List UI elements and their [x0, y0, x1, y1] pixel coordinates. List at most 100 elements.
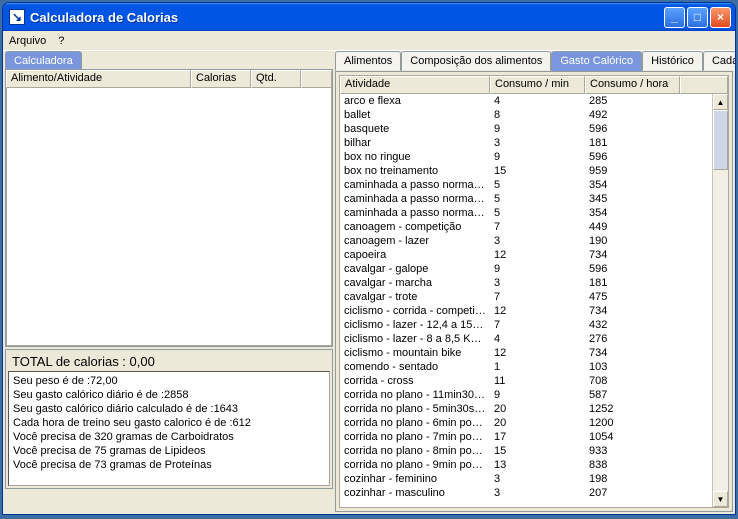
col-atividade[interactable]: Atividade [340, 76, 490, 94]
cell-consumo-hora: 734 [585, 248, 680, 262]
cell-consumo-hora: 181 [585, 276, 680, 290]
cell-consumo-min: 5 [490, 192, 585, 206]
col-consumo-hora[interactable]: Consumo / hora [585, 76, 680, 94]
cell-consumo-min: 8 [490, 108, 585, 122]
info-line: Seu peso é de :72,00 [13, 374, 325, 388]
cell-consumo-min: 1 [490, 360, 585, 374]
table-row[interactable]: ciclismo - mountain bike12734 [340, 346, 712, 360]
col-pad [680, 76, 728, 94]
info-line: Seu gasto calórico diário calculado é de… [13, 402, 325, 416]
col-qtd[interactable]: Qtd. [251, 70, 301, 88]
cell-consumo-min: 3 [490, 486, 585, 500]
cell-consumo-min: 9 [490, 150, 585, 164]
scroll-track[interactable] [713, 110, 728, 491]
table-row[interactable]: box no treinamento15959 [340, 164, 712, 178]
cell-atividade: canoagem - lazer [340, 234, 490, 248]
minimize-button[interactable]: _ [664, 7, 685, 28]
cell-consumo-hora: 1252 [585, 402, 680, 416]
cell-atividade: cozinhar - feminino [340, 472, 490, 486]
table-row[interactable]: comendo - sentado1103 [340, 360, 712, 374]
table-row[interactable]: cavalgar - galope9596 [340, 262, 712, 276]
cell-consumo-min: 7 [490, 220, 585, 234]
table-row[interactable]: canoagem - lazer3190 [340, 234, 712, 248]
maximize-button[interactable]: □ [687, 7, 708, 28]
scroll-down-button[interactable]: ▼ [713, 491, 728, 507]
col-alimento[interactable]: Alimento/Atividade [6, 70, 191, 88]
col-calorias[interactable]: Calorias [191, 70, 251, 88]
table-row[interactable]: corrida no plano - 11min30s ...9587 [340, 388, 712, 402]
cell-atividade: caminhada a passo normal (... [340, 192, 490, 206]
cell-consumo-min: 9 [490, 388, 585, 402]
info-box[interactable]: Seu peso é de :72,00 Seu gasto calórico … [8, 371, 330, 486]
col-consumo-min[interactable]: Consumo / min [490, 76, 585, 94]
tab-alimentos[interactable]: Alimentos [335, 51, 401, 71]
tab-composi-o-dos-alimentos[interactable]: Composição dos alimentos [401, 51, 551, 71]
table-row[interactable]: cozinhar - masculino3207 [340, 486, 712, 500]
app-icon: ↘ [9, 9, 25, 25]
total-label: TOTAL de calorias : 0,00 [8, 352, 330, 371]
activity-rows[interactable]: arco e flexa4285ballet8492basquete9596bi… [340, 94, 712, 507]
table-row[interactable]: arco e flexa4285 [340, 94, 712, 108]
info-line: Cada hora de treino seu gasto calorico é… [13, 416, 325, 430]
cell-consumo-hora: 103 [585, 360, 680, 374]
cell-consumo-min: 9 [490, 262, 585, 276]
cell-atividade: bilhar [340, 136, 490, 150]
cell-consumo-hora: 354 [585, 206, 680, 220]
table-row[interactable]: corrida no plano - 5min30s p...201252 [340, 402, 712, 416]
cell-atividade: corrida no plano - 6min por 1... [340, 416, 490, 430]
table-row[interactable]: ballet8492 [340, 108, 712, 122]
cell-atividade: cavalgar - galope [340, 262, 490, 276]
cell-atividade: cozinhar - masculino [340, 486, 490, 500]
right-tabstrip: AlimentosComposição dos alimentosGasto C… [335, 51, 736, 71]
cell-atividade: cavalgar - marcha [340, 276, 490, 290]
table-row[interactable]: ciclismo - lazer - 8 a 8,5 Km/h4276 [340, 332, 712, 346]
cell-atividade: canoagem - competição [340, 220, 490, 234]
cell-consumo-min: 20 [490, 402, 585, 416]
cell-consumo-min: 3 [490, 234, 585, 248]
table-row[interactable]: cozinhar - feminino3198 [340, 472, 712, 486]
table-row[interactable]: caminhada a passo normal (...5354 [340, 206, 712, 220]
cell-consumo-hora: 354 [585, 178, 680, 192]
scroll-thumb[interactable] [713, 110, 728, 170]
table-row[interactable]: ciclismo - corrida - competição12734 [340, 304, 712, 318]
table-row[interactable]: caminhada a passo normal (...5345 [340, 192, 712, 206]
table-row[interactable]: capoeira12734 [340, 248, 712, 262]
info-line: Você precisa de 320 gramas de Carboidrat… [13, 430, 325, 444]
cell-atividade: basquete [340, 122, 490, 136]
cell-consumo-hora: 190 [585, 234, 680, 248]
tab-gasto-cal-rico[interactable]: Gasto Calórico [551, 51, 642, 71]
cell-consumo-hora: 734 [585, 346, 680, 360]
table-row[interactable]: ciclismo - lazer - 12,4 a 15 K...7432 [340, 318, 712, 332]
table-row[interactable]: cavalgar - trote7475 [340, 290, 712, 304]
cell-consumo-min: 9 [490, 122, 585, 136]
table-row[interactable]: corrida - cross11708 [340, 374, 712, 388]
table-row[interactable]: corrida no plano - 6min por 1...201200 [340, 416, 712, 430]
table-row[interactable]: basquete9596 [340, 122, 712, 136]
cell-consumo-min: 3 [490, 276, 585, 290]
tab-cadastr[interactable]: Cadastr [703, 51, 736, 71]
table-row[interactable]: canoagem - competição7449 [340, 220, 712, 234]
cell-consumo-hora: 587 [585, 388, 680, 402]
cell-atividade: cavalgar - trote [340, 290, 490, 304]
calc-grid-body[interactable] [6, 88, 332, 346]
menu-help[interactable]: ? [58, 35, 64, 47]
table-row[interactable]: corrida no plano - 7min por 1...171054 [340, 430, 712, 444]
cell-consumo-hora: 475 [585, 290, 680, 304]
table-row[interactable]: caminhada a passo normal (...5354 [340, 178, 712, 192]
tab-calculadora[interactable]: Calculadora [5, 51, 82, 69]
menu-arquivo[interactable]: Arquivo [9, 35, 46, 47]
table-row[interactable]: bilhar3181 [340, 136, 712, 150]
table-row[interactable]: corrida no plano - 8min por 1...15933 [340, 444, 712, 458]
cell-consumo-min: 15 [490, 444, 585, 458]
cell-consumo-min: 20 [490, 416, 585, 430]
vertical-scrollbar[interactable]: ▲ ▼ [712, 94, 728, 507]
table-row[interactable]: cavalgar - marcha3181 [340, 276, 712, 290]
cell-consumo-hora: 1054 [585, 430, 680, 444]
tab-hist-rico[interactable]: Histórico [642, 51, 703, 71]
scroll-up-button[interactable]: ▲ [713, 94, 728, 110]
table-row[interactable]: corrida no plano - 9min por 1...13838 [340, 458, 712, 472]
close-button[interactable]: × [710, 7, 731, 28]
col-extra [301, 70, 332, 88]
titlebar[interactable]: ↘ Calculadora de Calorias _ □ × [3, 3, 735, 31]
table-row[interactable]: box no ringue9596 [340, 150, 712, 164]
